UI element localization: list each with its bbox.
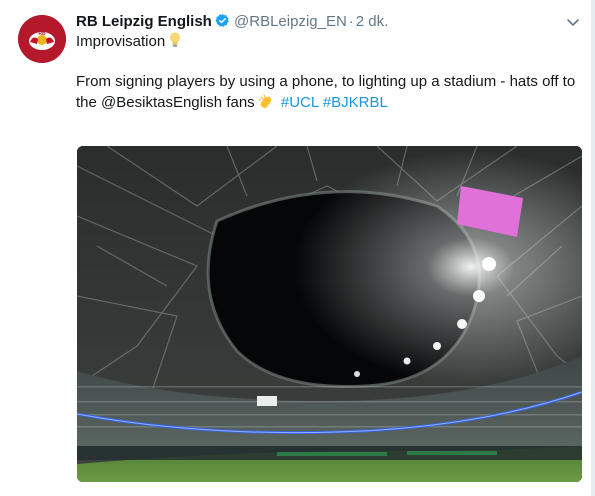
improvisation-text: Improvisation <box>76 33 166 50</box>
user-handle[interactable]: @RBLeipzig_EN <box>234 13 347 30</box>
body-text-part2: fans <box>226 94 255 111</box>
tweet-header: RB Leipzig English @RBLeipzig_EN · 2 dk. <box>76 12 565 32</box>
tweet-timestamp[interactable]: 2 dk. <box>356 13 389 30</box>
tweet-photo[interactable] <box>77 146 582 482</box>
rb-leipzig-logo-icon: RB <box>18 15 66 63</box>
timeline-divider <box>591 0 595 496</box>
light-bulb-emoji <box>170 32 181 47</box>
hashtag-bjkrbl[interactable]: #BJKRBL <box>323 94 388 111</box>
tweet-card[interactable]: RB RB Leipzig English @RBLeipzig_EN · 2 dk… <box>0 0 595 496</box>
stadium-photo <box>77 146 582 482</box>
chevron-down-icon[interactable] <box>565 14 581 30</box>
verified-badge-icon <box>215 13 229 27</box>
display-name[interactable]: RB Leipzig English <box>76 13 212 30</box>
separator-dot: · <box>348 13 354 30</box>
clapping-hands-emoji <box>258 94 272 109</box>
hashtag-ucl[interactable]: #UCL <box>281 94 319 111</box>
mention-link[interactable]: @BesiktasEnglish <box>101 94 222 111</box>
avatar[interactable]: RB <box>18 15 66 63</box>
tweet-text-line1: Improvisation <box>76 32 181 52</box>
svg-text:RB: RB <box>38 31 46 37</box>
tweet-text-body: From signing players by using a phone, t… <box>76 71 586 113</box>
